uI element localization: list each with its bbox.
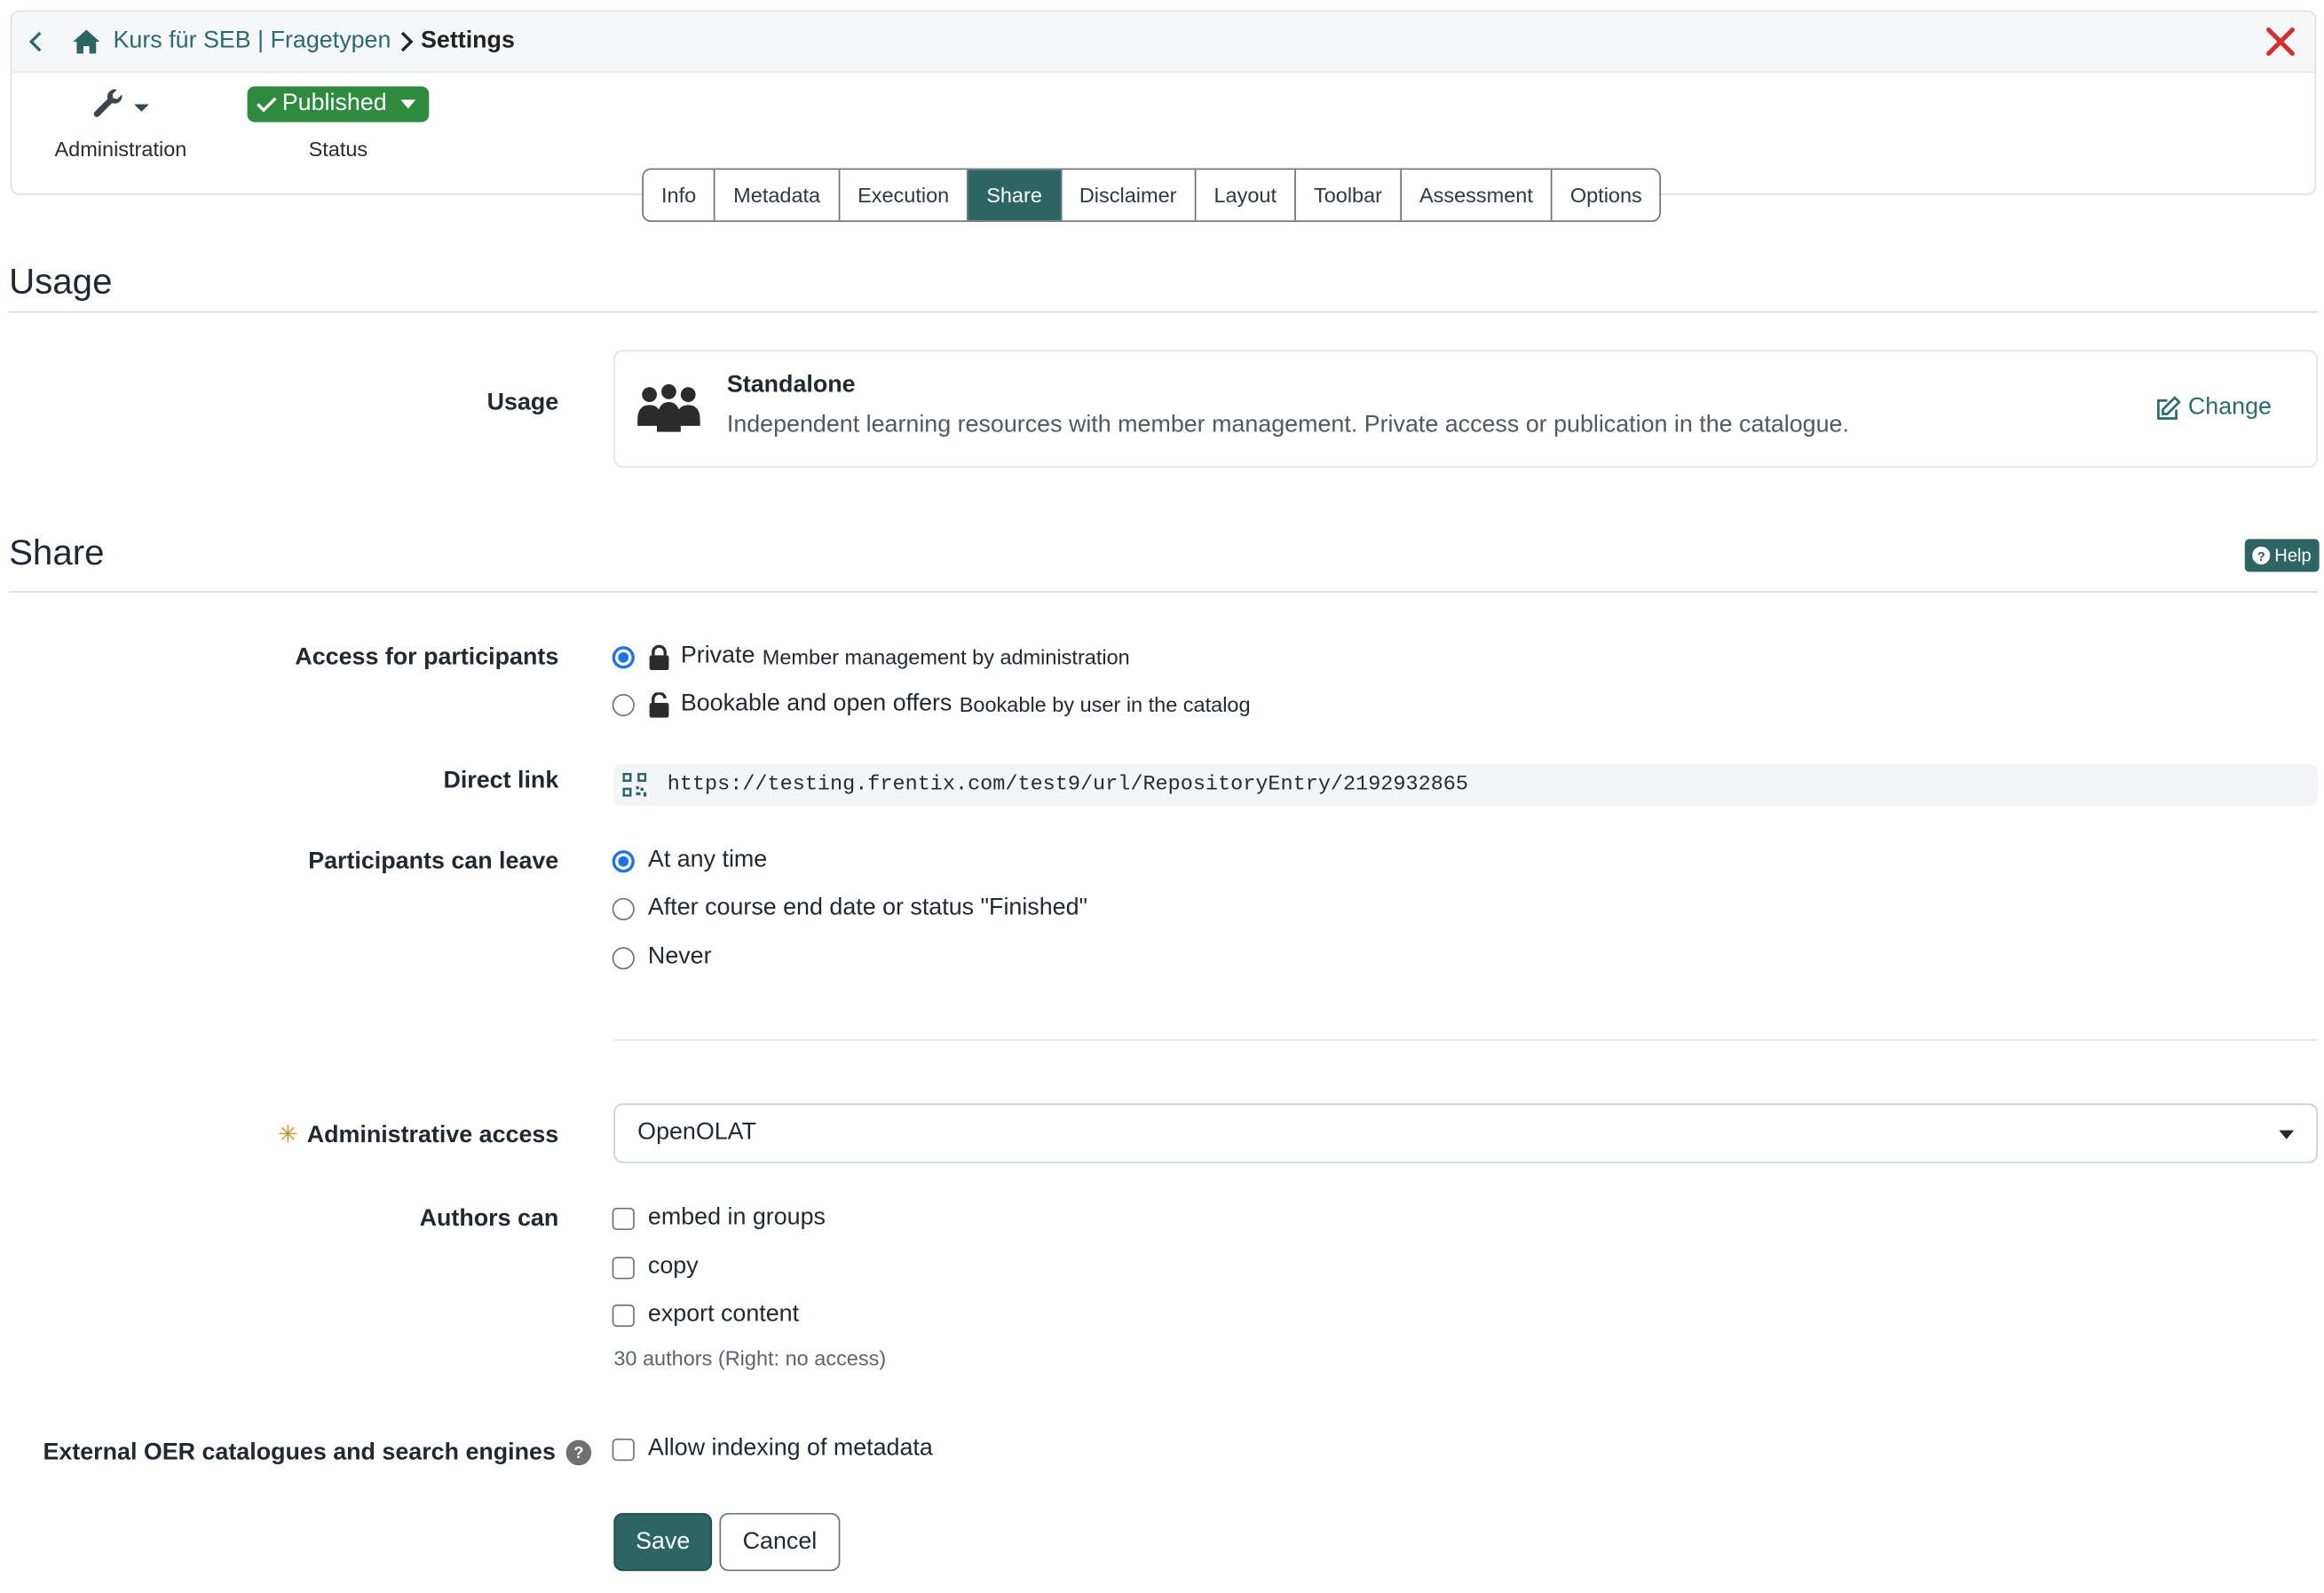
authors-export-checkbox[interactable] (612, 1304, 635, 1327)
help-label: Help (2274, 545, 2312, 566)
usage-type-description: Independent learning resources with memb… (726, 412, 1849, 438)
authors-option-copy[interactable]: copy (612, 1253, 699, 1281)
access-bookable-radio[interactable] (612, 693, 635, 716)
tab-execution[interactable]: Execution (840, 170, 969, 221)
direct-link-url[interactable]: https://testing.frentix.com/test9/url/Re… (668, 773, 1468, 797)
share-section-title: Share (9, 532, 105, 574)
access-private-radio[interactable] (612, 645, 635, 668)
unlock-icon (648, 691, 670, 717)
direct-link-field: https://testing.frentix.com/test9/url/Re… (613, 763, 2318, 806)
usage-label: Usage (486, 390, 559, 416)
check-icon (257, 95, 278, 113)
usage-section-title: Usage (9, 262, 113, 303)
authors-export-label: export content (647, 1301, 800, 1328)
access-option-private[interactable]: Private Member management by administrat… (612, 643, 1130, 670)
access-bookable-label: Bookable and open offers (680, 690, 953, 717)
leave-after-end-radio[interactable] (612, 896, 635, 920)
edit-icon (2155, 395, 2181, 422)
help-button[interactable]: ? Help (2244, 539, 2320, 572)
authors-label: Authors can (419, 1206, 559, 1232)
cancel-button[interactable]: Cancel (719, 1512, 841, 1572)
chevron-right-icon (399, 30, 415, 54)
tab-assessment[interactable]: Assessment (1402, 170, 1553, 221)
administration-menu[interactable]: Administration (39, 86, 203, 161)
usage-section-divider (9, 311, 2318, 313)
save-button[interactable]: Save (613, 1512, 713, 1572)
tab-options[interactable]: Options (1553, 170, 1660, 220)
leave-after-end-label: After course end date or status "Finishe… (647, 895, 1088, 921)
authors-hint: 30 authors (Right: no access) (613, 1345, 887, 1370)
access-private-sub: Member management by administration (762, 644, 1130, 669)
chevron-left-icon (28, 31, 42, 52)
status-value: Published (281, 91, 387, 116)
form-divider (613, 1039, 2318, 1041)
admin-access-value: OpenOLAT (637, 1119, 757, 1146)
oer-label: External OER catalogues and search engin… (43, 1439, 592, 1467)
access-bookable-sub: Bookable by user in the catalog (959, 692, 1251, 717)
question-circle-icon: ? (2252, 546, 2271, 564)
caret-down-icon (399, 99, 416, 110)
tab-share[interactable]: Share (968, 170, 1062, 221)
leave-option-after-end[interactable]: After course end date or status "Finishe… (612, 895, 1088, 921)
tab-toolbar[interactable]: Toolbar (1296, 170, 1402, 221)
back-button[interactable] (12, 12, 59, 73)
authors-embed-checkbox[interactable] (612, 1207, 635, 1230)
usage-card: Standalone Independent learning resource… (613, 350, 2318, 468)
leave-option-anytime[interactable]: At any time (612, 847, 768, 874)
change-label: Change (2187, 394, 2272, 421)
leave-option-never[interactable]: Never (612, 943, 712, 971)
authors-copy-checkbox[interactable] (612, 1256, 635, 1279)
access-private-label: Private (680, 643, 755, 669)
tab-metadata[interactable]: Metadata (715, 170, 840, 221)
oer-indexing-label: Allow indexing of metadata (647, 1435, 933, 1462)
tab-layout[interactable]: Layout (1196, 170, 1296, 221)
tab-disclaimer[interactable]: Disclaimer (1062, 170, 1197, 221)
required-asterisk-icon: ✳ (278, 1123, 298, 1148)
header-card: Kurs für SEB | Fragetypen Settings Admin… (10, 10, 2317, 195)
caret-down-icon (134, 104, 149, 112)
usage-type-title: Standalone (726, 372, 856, 398)
leave-never-label: Never (647, 943, 712, 970)
lock-icon (648, 643, 670, 670)
admin-access-select[interactable]: OpenOLAT (613, 1103, 2318, 1163)
oer-option-indexing[interactable]: Allow indexing of metadata (612, 1435, 933, 1463)
status-label: Status (308, 137, 368, 162)
status-menu: Published Status (235, 86, 441, 161)
breadcrumb-course-link[interactable]: Kurs für SEB | Fragetypen (114, 28, 391, 55)
home-icon[interactable] (72, 28, 102, 55)
share-section-divider (9, 591, 2318, 593)
authors-option-export[interactable]: export content (612, 1301, 800, 1329)
qr-code-icon[interactable] (622, 772, 647, 797)
authors-embed-label: embed in groups (647, 1204, 826, 1231)
svg-text:?: ? (2257, 549, 2265, 564)
admin-access-label-text: Administrative access (306, 1123, 559, 1148)
access-option-bookable[interactable]: Bookable and open offers Bookable by use… (612, 690, 1251, 718)
help-question-icon[interactable]: ? (565, 1440, 592, 1466)
admin-access-label: ✳ Administrative access (278, 1120, 558, 1150)
leave-label: Participants can leave (308, 848, 559, 874)
users-group-icon (636, 383, 702, 442)
leave-never-radio[interactable] (612, 946, 635, 969)
settings-tabs: Info Metadata Execution Share Disclaimer… (642, 168, 1662, 223)
oer-indexing-checkbox[interactable] (612, 1438, 635, 1461)
tab-info[interactable]: Info (644, 170, 716, 221)
status-dropdown[interactable]: Published (248, 86, 429, 122)
breadcrumb-current: Settings (420, 28, 515, 54)
breadcrumb: Kurs für SEB | Fragetypen Settings (12, 12, 2315, 74)
leave-anytime-label: At any time (647, 847, 768, 873)
close-icon[interactable] (2265, 26, 2297, 59)
administration-label: Administration (54, 137, 187, 162)
caret-down-icon (2278, 1129, 2296, 1140)
authors-copy-label: copy (647, 1253, 699, 1280)
authors-option-embed[interactable]: embed in groups (612, 1204, 826, 1232)
change-usage-button[interactable]: Change (2155, 395, 2272, 422)
leave-anytime-radio[interactable] (612, 849, 635, 872)
wrench-icon (93, 89, 123, 117)
access-label: Access for participants (295, 644, 559, 671)
direct-link-label: Direct link (443, 768, 559, 794)
oer-label-text: External OER catalogues and search engin… (43, 1439, 556, 1466)
